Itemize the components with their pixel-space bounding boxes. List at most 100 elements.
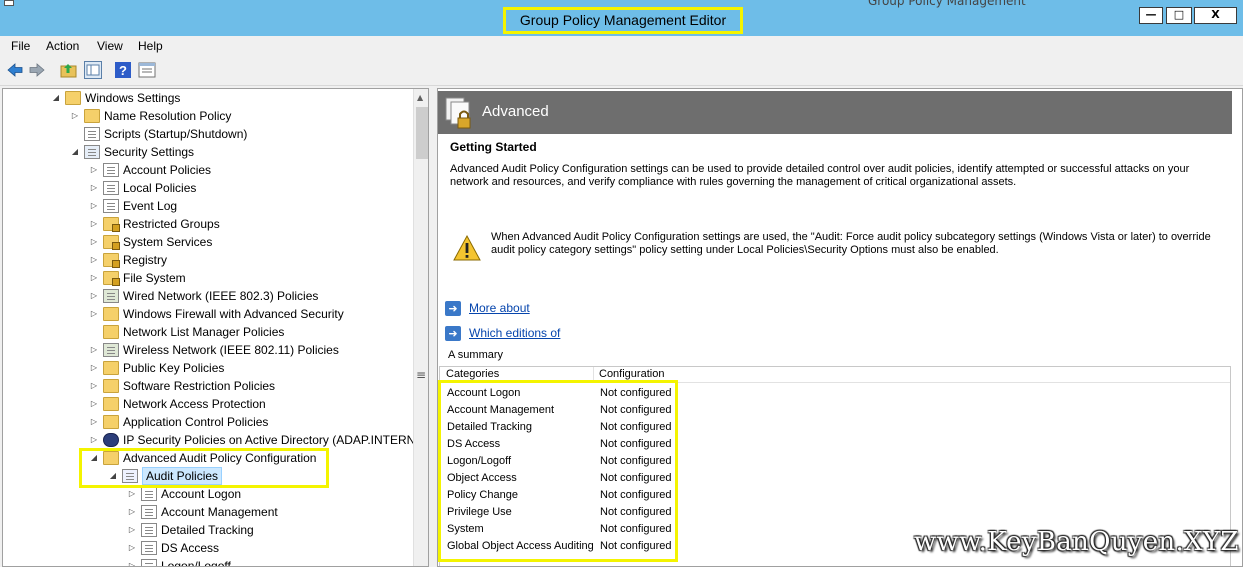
tree-item-label[interactable]: Public Key Policies bbox=[123, 359, 224, 377]
tree-item-label[interactable]: Security Settings bbox=[104, 143, 194, 161]
expand-arrow-icon[interactable]: ▷ bbox=[127, 539, 137, 557]
highlight-box-tree bbox=[79, 448, 329, 488]
tree-item[interactable]: ▷ Event Log bbox=[3, 197, 413, 215]
tree-item[interactable]: ▷ Account Management bbox=[3, 503, 413, 521]
back-arrow-icon[interactable] bbox=[6, 61, 24, 79]
up-folder-icon[interactable] bbox=[60, 61, 78, 79]
tree-item-label[interactable]: Windows Settings bbox=[85, 89, 180, 107]
tree-item-label[interactable]: Account Management bbox=[161, 503, 278, 521]
tree-item[interactable]: ▷ Windows Firewall with Advanced Security bbox=[3, 305, 413, 323]
tree-item-label[interactable]: Logon/Logoff bbox=[161, 557, 231, 566]
tree-item[interactable]: ▷ Local Policies bbox=[3, 179, 413, 197]
menu-file[interactable]: File bbox=[11, 39, 30, 53]
tree-item[interactable]: ▷ Application Control Policies bbox=[3, 413, 413, 431]
tree-item[interactable]: ▷ File System bbox=[3, 269, 413, 287]
expand-arrow-icon[interactable]: ▷ bbox=[89, 377, 99, 395]
show-hide-tree-icon[interactable] bbox=[84, 61, 102, 79]
scroll-up-icon[interactable]: ▲ bbox=[417, 93, 423, 102]
background-window-title: Group Policy Management bbox=[868, 0, 1026, 8]
expand-arrow-icon[interactable]: ▷ bbox=[89, 269, 99, 287]
expand-arrow-icon[interactable]: ▷ bbox=[89, 233, 99, 251]
expand-arrow-icon[interactable]: ▷ bbox=[127, 503, 137, 521]
tree-item-label[interactable]: IP Security Policies on Active Directory… bbox=[123, 431, 423, 449]
expand-arrow-icon[interactable]: ▷ bbox=[89, 395, 99, 413]
expand-arrow-icon[interactable]: ▷ bbox=[89, 161, 99, 179]
tree-item[interactable]: ▷ Name Resolution Policy bbox=[3, 107, 413, 125]
tree-item-label[interactable]: Network List Manager Policies bbox=[123, 323, 284, 341]
tree-item[interactable]: Scripts (Startup/Shutdown) bbox=[3, 125, 413, 143]
tree-item-label[interactable]: Account Policies bbox=[123, 161, 211, 179]
tree-item[interactable]: ▷ Network Access Protection bbox=[3, 395, 413, 413]
tree-item[interactable]: ▷ Registry bbox=[3, 251, 413, 269]
tree-item[interactable]: ▷ System Services bbox=[3, 233, 413, 251]
link-which-editions-text[interactable]: Which editions of bbox=[469, 326, 560, 340]
policy-icon bbox=[141, 541, 157, 555]
tree-item[interactable]: ▷ Detailed Tracking bbox=[3, 521, 413, 539]
expand-arrow-icon[interactable]: ▷ bbox=[89, 359, 99, 377]
menu-help[interactable]: Help bbox=[138, 39, 163, 53]
tree-item-label[interactable]: Wired Network (IEEE 802.3) Policies bbox=[123, 287, 318, 305]
menu-view[interactable]: View bbox=[97, 39, 123, 53]
expand-arrow-icon[interactable]: ▷ bbox=[127, 557, 137, 566]
expand-arrow-icon[interactable]: ▷ bbox=[89, 197, 99, 215]
properties-icon[interactable] bbox=[138, 61, 156, 79]
expand-arrow-icon[interactable]: ▷ bbox=[127, 521, 137, 539]
expand-arrow-icon[interactable]: ▷ bbox=[89, 341, 99, 359]
tree-item-label[interactable]: Network Access Protection bbox=[123, 395, 266, 413]
tree-item[interactable]: ▷ Wireless Network (IEEE 802.11) Policies bbox=[3, 341, 413, 359]
expand-arrow-icon[interactable]: ▷ bbox=[89, 251, 99, 269]
tree-item-label[interactable]: Name Resolution Policy bbox=[104, 107, 231, 125]
tree-item[interactable]: ▷ Wired Network (IEEE 802.3) Policies bbox=[3, 287, 413, 305]
maximize-button[interactable]: □ bbox=[1166, 7, 1192, 24]
tree-item[interactable]: ◢ Windows Settings bbox=[3, 89, 413, 107]
collapse-arrow-icon[interactable]: ◢ bbox=[70, 143, 80, 161]
tree-item-label[interactable]: Registry bbox=[123, 251, 167, 269]
summary-label: A summary bbox=[448, 349, 504, 361]
system-menu-icon[interactable] bbox=[4, 0, 14, 6]
minimize-button[interactable]: — bbox=[1139, 7, 1163, 24]
expand-arrow-icon[interactable]: ▷ bbox=[89, 413, 99, 431]
scroll-thumb[interactable] bbox=[416, 107, 428, 159]
expand-arrow-icon[interactable]: ▷ bbox=[89, 287, 99, 305]
tree-item-label[interactable]: Restricted Groups bbox=[123, 215, 220, 233]
forward-arrow-icon[interactable] bbox=[28, 61, 46, 79]
tree-scrollbar[interactable]: ▲ bbox=[413, 89, 428, 566]
tree-item[interactable]: Network List Manager Policies bbox=[3, 323, 413, 341]
tree-item[interactable]: ▷ Account Policies bbox=[3, 161, 413, 179]
help-icon[interactable]: ? bbox=[114, 61, 132, 79]
tree-item-label[interactable]: Detailed Tracking bbox=[161, 521, 254, 539]
link-arrow-icon: ➜ bbox=[445, 301, 461, 316]
expand-arrow-icon[interactable]: ▷ bbox=[89, 305, 99, 323]
tree-item-label[interactable]: Wireless Network (IEEE 802.11) Policies bbox=[123, 341, 339, 359]
column-header-categories[interactable]: Categories bbox=[446, 368, 499, 380]
expand-arrow-icon[interactable]: ▷ bbox=[70, 107, 80, 125]
column-header-configuration[interactable]: Configuration bbox=[599, 368, 664, 380]
link-more-about-text[interactable]: More about bbox=[469, 301, 530, 315]
menu-action[interactable]: Action bbox=[46, 39, 79, 53]
close-button[interactable]: X bbox=[1194, 7, 1237, 24]
tree-item-label[interactable]: Event Log bbox=[123, 197, 177, 215]
expand-arrow-icon[interactable]: ▷ bbox=[89, 431, 99, 449]
tree-item-label[interactable]: Local Policies bbox=[123, 179, 196, 197]
expand-arrow-icon[interactable]: ▷ bbox=[89, 215, 99, 233]
title-bar[interactable]: Group Policy Management Group Policy Man… bbox=[0, 0, 1243, 36]
tree-item-label[interactable]: File System bbox=[123, 269, 186, 287]
pane-splitter[interactable]: ≡ bbox=[416, 88, 436, 567]
tree-item-label[interactable]: Scripts (Startup/Shutdown) bbox=[104, 125, 247, 143]
tree-item[interactable]: ▷ Public Key Policies bbox=[3, 359, 413, 377]
navigation-tree[interactable]: ◢ Windows Settings ▷ Name Resolution Policy… bbox=[2, 88, 429, 567]
tree-item-label[interactable]: Windows Firewall with Advanced Security bbox=[123, 305, 344, 323]
tree-item-label[interactable]: Software Restriction Policies bbox=[123, 377, 275, 395]
tree-item[interactable]: ◢ Security Settings bbox=[3, 143, 413, 161]
tree-item-label[interactable]: Application Control Policies bbox=[123, 413, 268, 431]
tree-item-label[interactable]: DS Access bbox=[161, 539, 219, 557]
tree-item[interactable]: ▷ Software Restriction Policies bbox=[3, 377, 413, 395]
tree-item[interactable]: ▷ IP Security Policies on Active Director… bbox=[3, 431, 423, 449]
tree-item[interactable]: ▷ DS Access bbox=[3, 539, 413, 557]
tree-item[interactable]: ▷ Logon/Logoff bbox=[3, 557, 413, 566]
tree-item[interactable]: ▷ Restricted Groups bbox=[3, 215, 413, 233]
collapse-arrow-icon[interactable]: ◢ bbox=[51, 89, 61, 107]
expand-arrow-icon[interactable]: ▷ bbox=[89, 179, 99, 197]
splitter-grip-icon[interactable]: ≡ bbox=[416, 368, 426, 382]
tree-item-label[interactable]: System Services bbox=[123, 233, 212, 251]
